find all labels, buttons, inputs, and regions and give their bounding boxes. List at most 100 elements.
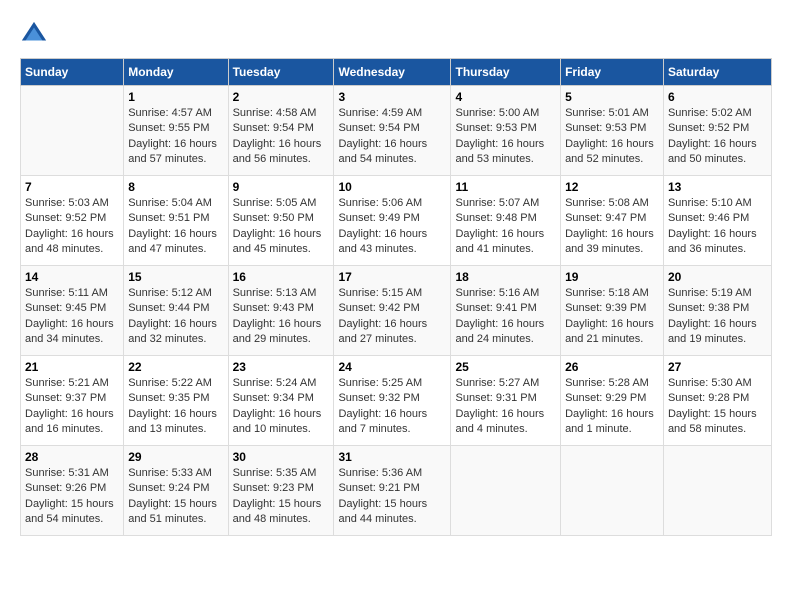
logo (20, 20, 52, 48)
day-info: Sunrise: 5:22 AMSunset: 9:35 PMDaylight:… (128, 376, 223, 438)
calendar-cell: 17 Sunrise: 5:15 AMSunset: 9:42 PMDayligh… (334, 266, 451, 356)
day-number: 25 (455, 360, 556, 374)
day-number: 28 (25, 450, 119, 464)
calendar-cell: 18 Sunrise: 5:16 AMSunset: 9:41 PMDayligh… (451, 266, 561, 356)
header-row: SundayMondayTuesdayWednesdayThursdayFrid… (21, 59, 772, 86)
weekday-header-sunday: Sunday (21, 59, 124, 86)
calendar-cell: 30 Sunrise: 5:35 AMSunset: 9:23 PMDayligh… (228, 446, 334, 536)
calendar-cell: 6 Sunrise: 5:02 AMSunset: 9:52 PMDaylight… (663, 86, 771, 176)
calendar-cell: 31 Sunrise: 5:36 AMSunset: 9:21 PMDayligh… (334, 446, 451, 536)
day-info: Sunrise: 4:57 AMSunset: 9:55 PMDaylight:… (128, 106, 223, 168)
calendar-cell: 25 Sunrise: 5:27 AMSunset: 9:31 PMDayligh… (451, 356, 561, 446)
day-number: 10 (338, 180, 446, 194)
calendar-cell (663, 446, 771, 536)
weekday-header-thursday: Thursday (451, 59, 561, 86)
calendar-cell (21, 86, 124, 176)
day-info: Sunrise: 5:02 AMSunset: 9:52 PMDaylight:… (668, 106, 767, 168)
day-number: 18 (455, 270, 556, 284)
day-info: Sunrise: 5:12 AMSunset: 9:44 PMDaylight:… (128, 286, 223, 348)
calendar-cell: 1 Sunrise: 4:57 AMSunset: 9:55 PMDaylight… (124, 86, 228, 176)
day-number: 26 (565, 360, 659, 374)
day-info: Sunrise: 5:36 AMSunset: 9:21 PMDaylight:… (338, 466, 446, 528)
day-number: 6 (668, 90, 767, 104)
calendar-cell: 21 Sunrise: 5:21 AMSunset: 9:37 PMDayligh… (21, 356, 124, 446)
calendar-cell: 23 Sunrise: 5:24 AMSunset: 9:34 PMDayligh… (228, 356, 334, 446)
calendar-cell (561, 446, 664, 536)
day-number: 1 (128, 90, 223, 104)
calendar-cell: 7 Sunrise: 5:03 AMSunset: 9:52 PMDaylight… (21, 176, 124, 266)
day-number: 17 (338, 270, 446, 284)
day-number: 11 (455, 180, 556, 194)
calendar-cell: 16Sunrise: 5:13 AMSunset: 9:43 PMDayligh… (228, 266, 334, 356)
calendar-cell: 14 Sunrise: 5:11 AMSunset: 9:45 PMDayligh… (21, 266, 124, 356)
day-info: Sunrise: 5:27 AMSunset: 9:31 PMDaylight:… (455, 376, 556, 438)
day-info: Sunrise: 5:06 AMSunset: 9:49 PMDaylight:… (338, 196, 446, 258)
logo-icon (20, 20, 48, 48)
week-row-1: 1 Sunrise: 4:57 AMSunset: 9:55 PMDaylight… (21, 86, 772, 176)
day-number: 9 (233, 180, 330, 194)
day-number: 30 (233, 450, 330, 464)
day-number: 22 (128, 360, 223, 374)
day-number: 23 (233, 360, 330, 374)
day-number: 4 (455, 90, 556, 104)
day-number: 16 (233, 270, 330, 284)
calendar-cell: 27Sunrise: 5:30 AMSunset: 9:28 PMDayligh… (663, 356, 771, 446)
day-number: 8 (128, 180, 223, 194)
day-number: 7 (25, 180, 119, 194)
calendar-cell: 22 Sunrise: 5:22 AMSunset: 9:35 PMDayligh… (124, 356, 228, 446)
day-number: 13 (668, 180, 767, 194)
day-info: Sunrise: 5:08 AMSunset: 9:47 PMDaylight:… (565, 196, 659, 258)
weekday-header-monday: Monday (124, 59, 228, 86)
day-info: Sunrise: 5:24 AMSunset: 9:34 PMDaylight:… (233, 376, 330, 438)
day-info: Sunrise: 5:07 AMSunset: 9:48 PMDaylight:… (455, 196, 556, 258)
calendar-cell: 12 Sunrise: 5:08 AMSunset: 9:47 PMDayligh… (561, 176, 664, 266)
calendar-cell: 9 Sunrise: 5:05 AMSunset: 9:50 PMDaylight… (228, 176, 334, 266)
day-number: 31 (338, 450, 446, 464)
calendar-cell: 8 Sunrise: 5:04 AMSunset: 9:51 PMDaylight… (124, 176, 228, 266)
day-number: 5 (565, 90, 659, 104)
weekday-header-saturday: Saturday (663, 59, 771, 86)
day-number: 19 (565, 270, 659, 284)
day-info: Sunrise: 5:03 AMSunset: 9:52 PMDaylight:… (25, 196, 119, 258)
calendar-cell: 15 Sunrise: 5:12 AMSunset: 9:44 PMDayligh… (124, 266, 228, 356)
week-row-2: 7 Sunrise: 5:03 AMSunset: 9:52 PMDaylight… (21, 176, 772, 266)
day-number: 29 (128, 450, 223, 464)
week-row-3: 14 Sunrise: 5:11 AMSunset: 9:45 PMDayligh… (21, 266, 772, 356)
page-header (20, 20, 772, 48)
day-number: 3 (338, 90, 446, 104)
day-info: Sunrise: 5:11 AMSunset: 9:45 PMDaylight:… (25, 286, 119, 348)
day-info: Sunrise: 5:35 AMSunset: 9:23 PMDaylight:… (233, 466, 330, 528)
calendar-cell: 29Sunrise: 5:33 AMSunset: 9:24 PMDayligh… (124, 446, 228, 536)
calendar-cell: 5 Sunrise: 5:01 AMSunset: 9:53 PMDaylight… (561, 86, 664, 176)
day-number: 27 (668, 360, 767, 374)
day-info: Sunrise: 5:18 AMSunset: 9:39 PMDaylight:… (565, 286, 659, 348)
day-number: 14 (25, 270, 119, 284)
day-info: Sunrise: 5:10 AMSunset: 9:46 PMDaylight:… (668, 196, 767, 258)
calendar-cell: 28 Sunrise: 5:31 AMSunset: 9:26 PMDayligh… (21, 446, 124, 536)
calendar-cell: 24Sunrise: 5:25 AMSunset: 9:32 PMDayligh… (334, 356, 451, 446)
day-info: Sunrise: 5:05 AMSunset: 9:50 PMDaylight:… (233, 196, 330, 258)
day-info: Sunrise: 5:01 AMSunset: 9:53 PMDaylight:… (565, 106, 659, 168)
day-number: 20 (668, 270, 767, 284)
day-info: Sunrise: 4:58 AMSunset: 9:54 PMDaylight:… (233, 106, 330, 168)
day-info: Sunrise: 5:21 AMSunset: 9:37 PMDaylight:… (25, 376, 119, 438)
day-number: 24 (338, 360, 446, 374)
day-info: Sunrise: 5:04 AMSunset: 9:51 PMDaylight:… (128, 196, 223, 258)
calendar-table: SundayMondayTuesdayWednesdayThursdayFrid… (20, 58, 772, 536)
weekday-header-wednesday: Wednesday (334, 59, 451, 86)
calendar-cell: 13 Sunrise: 5:10 AMSunset: 9:46 PMDayligh… (663, 176, 771, 266)
day-number: 15 (128, 270, 223, 284)
calendar-cell: 20Sunrise: 5:19 AMSunset: 9:38 PMDayligh… (663, 266, 771, 356)
day-info: Sunrise: 5:16 AMSunset: 9:41 PMDaylight:… (455, 286, 556, 348)
calendar-cell: 11 Sunrise: 5:07 AMSunset: 9:48 PMDayligh… (451, 176, 561, 266)
day-number: 12 (565, 180, 659, 194)
day-number: 21 (25, 360, 119, 374)
calendar-cell: 3Sunrise: 4:59 AMSunset: 9:54 PMDaylight… (334, 86, 451, 176)
calendar-cell: 26 Sunrise: 5:28 AMSunset: 9:29 PMDayligh… (561, 356, 664, 446)
calendar-cell: 19 Sunrise: 5:18 AMSunset: 9:39 PMDayligh… (561, 266, 664, 356)
calendar-cell (451, 446, 561, 536)
day-info: Sunrise: 5:15 AMSunset: 9:42 PMDaylight:… (338, 286, 446, 348)
day-info: Sunrise: 5:28 AMSunset: 9:29 PMDaylight:… (565, 376, 659, 438)
calendar-cell: 4Sunrise: 5:00 AMSunset: 9:53 PMDaylight… (451, 86, 561, 176)
day-info: Sunrise: 5:31 AMSunset: 9:26 PMDaylight:… (25, 466, 119, 528)
